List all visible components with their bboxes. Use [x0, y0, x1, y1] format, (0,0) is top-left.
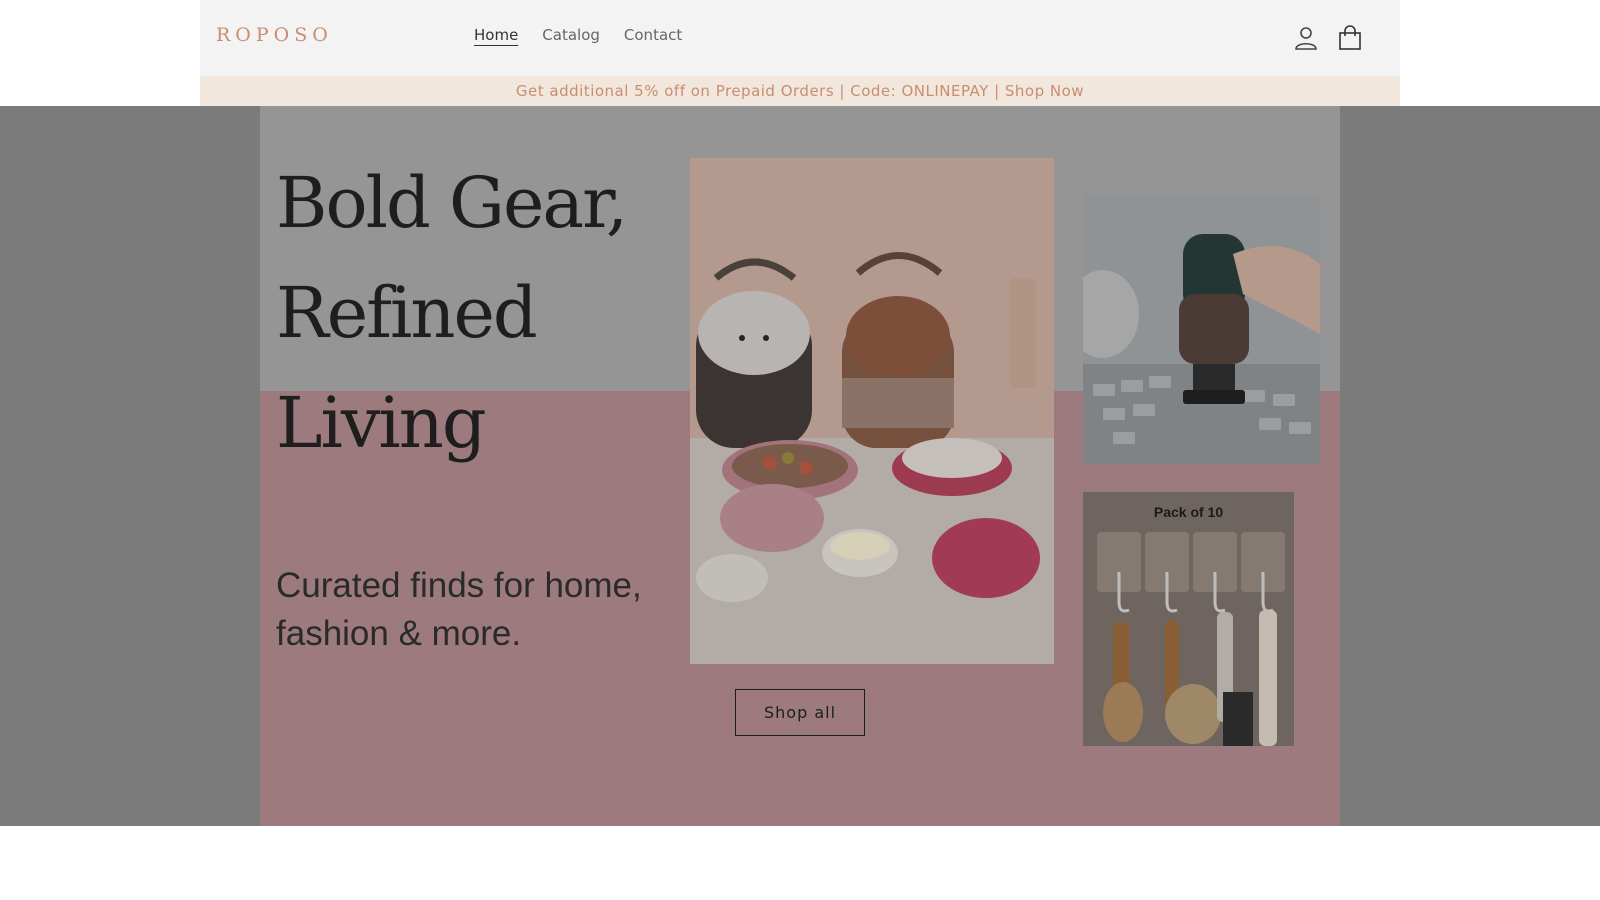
hero-subtitle: Curated finds for home, fashion & more. — [276, 562, 706, 658]
subtitle-line: Curated finds for home, — [276, 566, 642, 605]
lunchbox-product-image — [690, 158, 1054, 664]
hero-section: Bold Gear, Refined Living Curated finds … — [0, 106, 1600, 826]
announcement-bar[interactable]: Get additional 5% off on Prepaid Orders … — [200, 76, 1400, 106]
pack-of-10-label: Pack of 10 — [1153, 504, 1224, 520]
headline-line: Living — [276, 382, 487, 464]
hero-headline: Bold Gear, Refined Living — [276, 148, 628, 478]
cart-icon[interactable] — [1336, 24, 1364, 52]
nav-contact[interactable]: Contact — [624, 26, 682, 44]
subtitle-line: fashion & more. — [276, 614, 522, 653]
site-header: ROPOSO Home Catalog Contact — [200, 0, 1400, 76]
hero-banner: Bold Gear, Refined Living Curated finds … — [260, 106, 1340, 826]
account-icon[interactable] — [1292, 24, 1320, 52]
headline-line: Bold Gear, — [276, 162, 628, 244]
headline-line: Refined — [276, 272, 538, 354]
main-nav: Home Catalog Contact — [474, 26, 682, 44]
nav-catalog[interactable]: Catalog — [542, 26, 600, 44]
brand-logo[interactable]: ROPOSO — [216, 24, 333, 46]
shop-all-button[interactable]: Shop all — [735, 689, 865, 736]
nav-home[interactable]: Home — [474, 26, 518, 44]
hooks-product-image: Pack of 10 — [1083, 492, 1294, 746]
vacuum-product-image — [1083, 194, 1320, 464]
